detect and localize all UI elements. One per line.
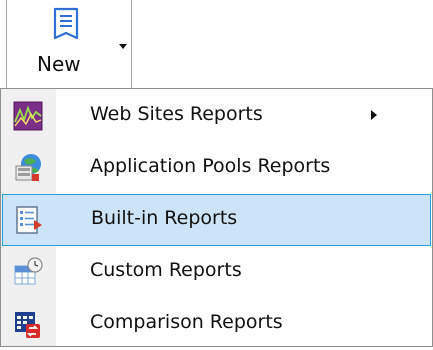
comparison-report-icon <box>15 312 40 338</box>
new-button-label: New <box>37 52 81 76</box>
menu-item-application-pools-reports[interactable]: Application Pools Reports <box>2 142 431 194</box>
built-in-report-icon <box>16 206 42 234</box>
menu-item-custom-reports[interactable]: Custom Reports <box>2 246 431 298</box>
menu-item-label: Web Sites Reports <box>90 103 263 125</box>
submenu-arrow-icon <box>371 110 377 120</box>
menu-item-label: Application Pools Reports <box>90 155 331 177</box>
new-report-icon <box>53 7 79 40</box>
menu-item-built-in-reports[interactable]: Built-in Reports <box>2 194 431 246</box>
menu-item-web-sites-reports[interactable]: Web Sites Reports <box>2 90 431 142</box>
new-split-button[interactable]: New <box>6 0 132 88</box>
custom-report-icon <box>14 257 43 285</box>
new-dropdown-menu: Web Sites Reports Application Pools Repo… <box>0 88 433 347</box>
menu-item-label: Custom Reports <box>90 259 242 281</box>
menu-item-label: Comparison Reports <box>90 311 283 333</box>
menu-item-label: Built-in Reports <box>91 207 238 229</box>
dropdown-arrow-icon[interactable] <box>119 44 127 49</box>
application-pools-report-icon <box>15 154 41 181</box>
web-sites-report-icon <box>13 101 43 131</box>
menu-item-comparison-reports[interactable]: Comparison Reports <box>2 298 431 350</box>
